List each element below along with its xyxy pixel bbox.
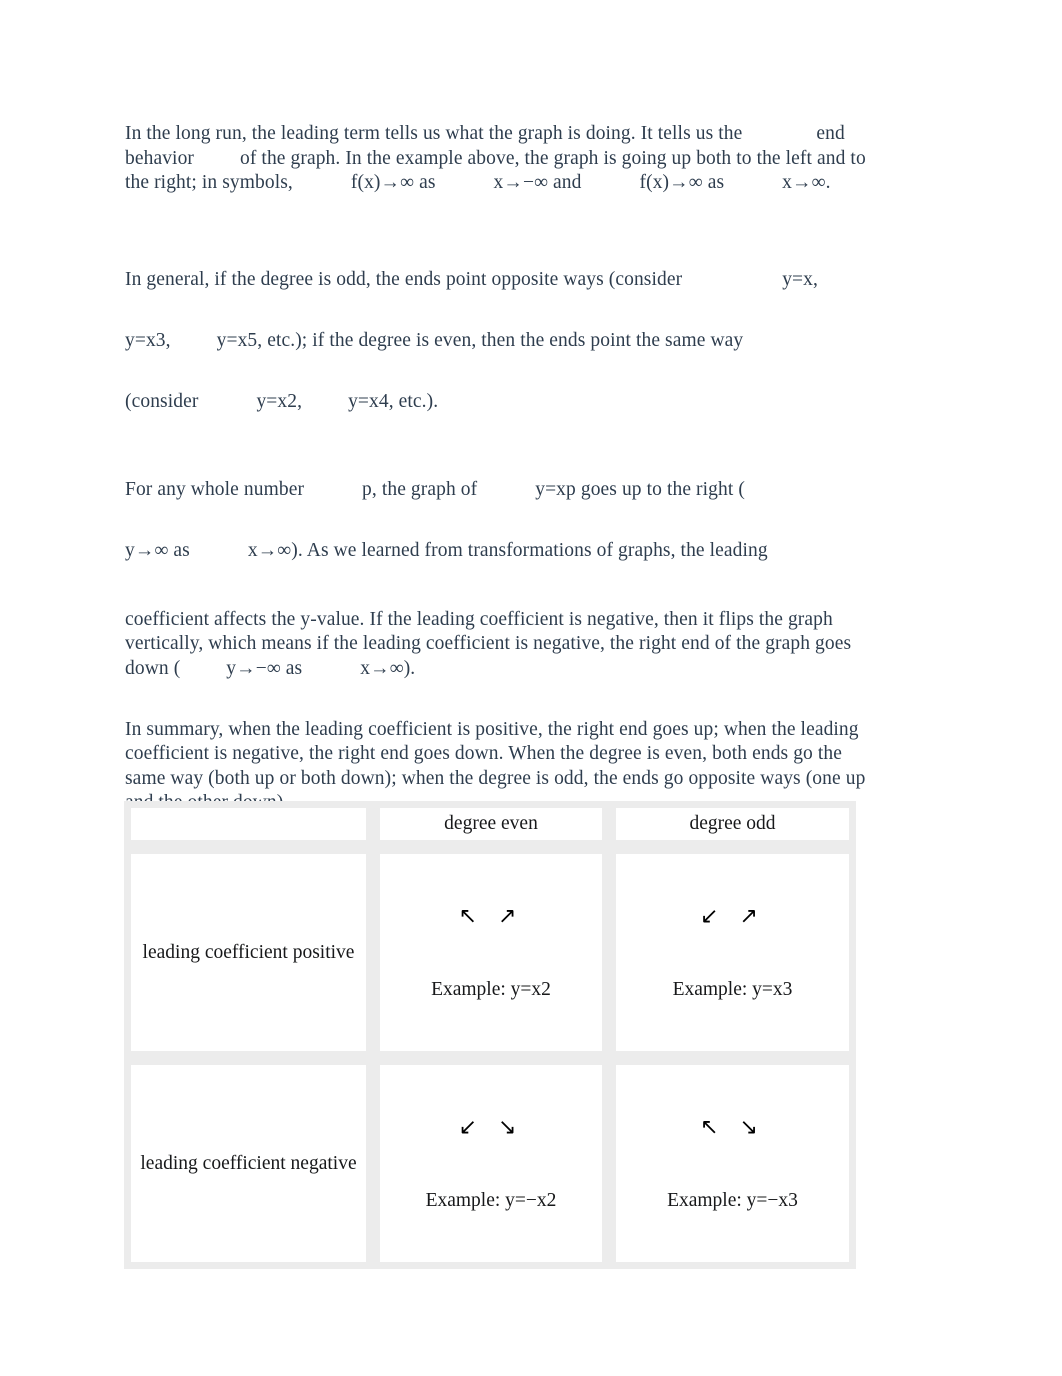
- text-run: f(x)→∞ as: [639, 172, 725, 194]
- text-run: (consider: [125, 390, 199, 412]
- text-run: y=x3,: [125, 329, 171, 351]
- document-body: In the long run, the leading term tells …: [125, 122, 877, 816]
- row-header-positive: leading coefficient positive: [124, 847, 373, 1058]
- text-run: In general, if the degree is odd, the en…: [125, 268, 683, 290]
- text-run: x→−∞ and: [493, 172, 582, 194]
- table-corner-cell: [124, 801, 373, 847]
- table-header-degree-even: degree even: [373, 801, 609, 847]
- text-run: p, the graph of: [362, 478, 478, 500]
- cell-positive-odd: ↙ ↗ Example: y=x3: [609, 847, 856, 1058]
- row-header-label: leading coefficient positive: [142, 941, 355, 963]
- text-run: y=x4, etc.).: [348, 390, 439, 412]
- text-run: f(x)→∞ as: [350, 172, 436, 194]
- text-run: y→−∞ as: [226, 657, 303, 679]
- end-behavior-arrows-icon: ↖ ↘: [700, 1114, 765, 1140]
- text-run: In the long run, the leading term tells …: [125, 123, 743, 144]
- text-run: y→∞ as: [125, 539, 190, 561]
- table-header-row: degree even degree odd: [124, 801, 856, 847]
- paragraph-long-run: In the long run, the leading term tells …: [125, 122, 877, 196]
- table-row: leading coefficient negative ↙ ↘ Example…: [124, 1058, 856, 1269]
- column-header-label: degree even: [444, 813, 538, 834]
- example-label: Example: y=x3: [672, 978, 793, 1000]
- example-label: Example: y=x2: [431, 978, 551, 1000]
- cell-negative-odd: ↖ ↘ Example: y=−x3: [609, 1058, 856, 1269]
- text-run: x→∞). As we learned from transformations…: [247, 539, 768, 561]
- end-behavior-arrows-icon: ↙ ↗: [700, 903, 765, 929]
- row-header-negative: leading coefficient negative: [124, 1058, 373, 1269]
- table-header-degree-odd: degree odd: [609, 801, 856, 847]
- end-behavior-table: degree even degree odd leading coefficie…: [124, 801, 856, 1269]
- cell-content: ↖ ↗ Example: y=x2: [380, 854, 602, 1051]
- paragraph-whole-number: For any whole number p, the graph of y=xp …: [125, 459, 877, 581]
- text-run: x→∞.: [782, 172, 831, 194]
- example-label: Example: y=−x2: [425, 1189, 557, 1211]
- document-page: In the long run, the leading term tells …: [0, 0, 1062, 1376]
- cell-content: ↖ ↘ Example: y=−x3: [616, 1065, 849, 1262]
- text-run: y=xp goes up to the right (: [535, 478, 745, 500]
- text-run: y=x,: [782, 268, 818, 290]
- cell-content: ↙ ↗ Example: y=x3: [616, 854, 849, 1051]
- example-label: Example: y=−x3: [667, 1189, 798, 1211]
- column-header-label: degree odd: [689, 813, 776, 834]
- cell-positive-even: ↖ ↗ Example: y=x2: [373, 847, 609, 1058]
- text-run: For any whole number: [125, 478, 305, 500]
- paragraph-in-general: In general, if the degree is odd, the en…: [125, 249, 877, 432]
- table-row: leading coefficient positive ↖ ↗ Example…: [124, 847, 856, 1058]
- end-behavior-arrows-icon: ↖ ↗: [458, 903, 524, 929]
- cell-content: ↙ ↘ Example: y=−x2: [380, 1065, 602, 1262]
- row-header-label: leading coefficient negative: [140, 1152, 357, 1174]
- cell-negative-even: ↙ ↘ Example: y=−x2: [373, 1058, 609, 1269]
- text-run: x→∞).: [360, 657, 416, 679]
- paragraph-coefficient: coefficient affects the y-value. If the …: [125, 608, 877, 682]
- end-behavior-arrows-icon: ↙ ↘: [458, 1114, 524, 1140]
- end-behavior-table-container: degree even degree odd leading coefficie…: [124, 801, 856, 1269]
- text-run: y=x5, etc.); if the degree is even, then…: [216, 329, 744, 351]
- text-run: y=x2,: [256, 390, 303, 412]
